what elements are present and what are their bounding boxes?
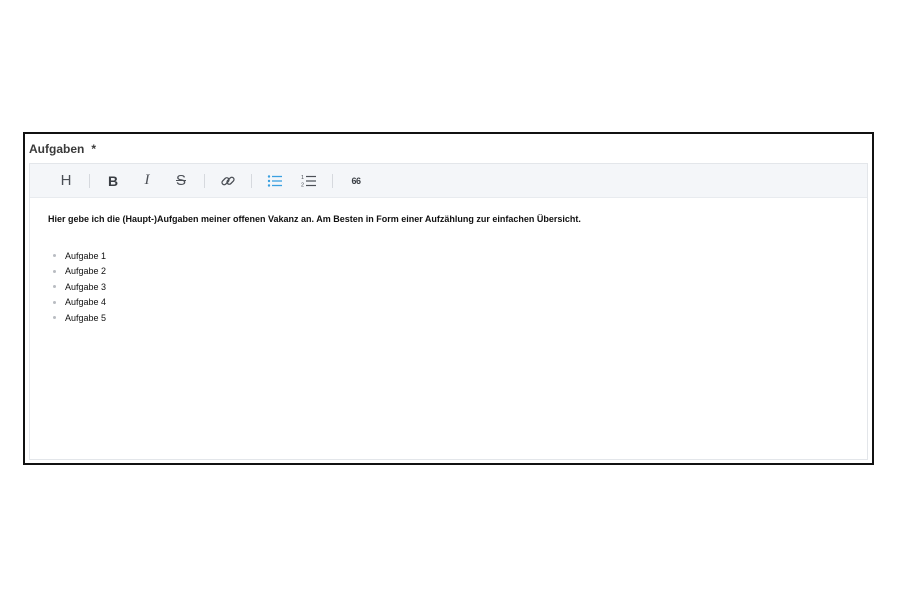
list-item: Aufgabe 5 bbox=[48, 310, 867, 326]
numbered-list-button[interactable]: 1 2 bbox=[297, 169, 321, 193]
list-item: Aufgabe 2 bbox=[48, 264, 867, 280]
bullet-dot bbox=[53, 269, 56, 273]
task-list: Aufgabe 1 Aufgabe 2 Aufgabe 3 Aufgabe 4 … bbox=[48, 248, 867, 326]
list-item-text: Aufgabe 3 bbox=[65, 281, 107, 292]
numbered-list-icon: 1 2 bbox=[301, 175, 316, 188]
svg-text:2: 2 bbox=[301, 182, 304, 188]
svg-text:1: 1 bbox=[301, 175, 304, 181]
field-label: Aufgaben * bbox=[29, 142, 96, 156]
editor-toolbar: H B I S 1 2 66 bbox=[30, 164, 867, 198]
quote-icon: 66 bbox=[351, 175, 361, 186]
toolbar-separator bbox=[204, 173, 205, 188]
quote-button[interactable]: 66 bbox=[344, 169, 368, 193]
italic-icon: I bbox=[144, 172, 150, 188]
heading-button[interactable]: H bbox=[54, 169, 78, 193]
list-item: Aufgabe 4 bbox=[48, 295, 867, 311]
toolbar-separator bbox=[251, 173, 252, 188]
heading-icon: H bbox=[60, 172, 72, 189]
required-mark: * bbox=[91, 142, 97, 156]
list-item-text: Aufgabe 4 bbox=[65, 297, 107, 308]
list-item: Aufgabe 3 bbox=[48, 279, 867, 295]
strikethrough-icon: S bbox=[175, 172, 186, 189]
list-item-text: Aufgabe 5 bbox=[65, 312, 107, 323]
toolbar-separator bbox=[89, 173, 90, 188]
bullet-dot bbox=[53, 300, 56, 304]
italic-button[interactable]: I bbox=[135, 169, 159, 193]
list-item-text: Aufgabe 2 bbox=[65, 266, 107, 277]
intro-text: Hier gebe ich die (Haupt-)Aufgaben meine… bbox=[48, 214, 581, 224]
bold-button[interactable]: B bbox=[101, 169, 125, 193]
toolbar-separator bbox=[332, 173, 333, 188]
bullet-list-icon bbox=[267, 174, 282, 187]
field-label-text: Aufgaben bbox=[29, 142, 85, 156]
bold-icon: B bbox=[107, 172, 119, 189]
list-item-text: Aufgabe 1 bbox=[65, 250, 107, 261]
editor-content[interactable]: Hier gebe ich die (Haupt-)Aufgaben meine… bbox=[30, 198, 867, 326]
bullet-dot bbox=[53, 316, 56, 320]
editor-frame: Aufgaben * H B I S 1 2 66 Hier gebe ich … bbox=[23, 132, 874, 465]
rich-text-editor[interactable]: H B I S 1 2 66 Hier gebe ich die (Haupt-… bbox=[29, 163, 868, 460]
list-item: Aufgabe 1 bbox=[48, 248, 867, 264]
bullet-dot bbox=[53, 254, 56, 258]
bullet-dot bbox=[53, 285, 56, 289]
link-button[interactable] bbox=[216, 169, 240, 193]
strikethrough-button[interactable]: S bbox=[169, 169, 193, 193]
link-icon bbox=[221, 176, 235, 185]
bullet-list-button[interactable] bbox=[263, 169, 287, 193]
